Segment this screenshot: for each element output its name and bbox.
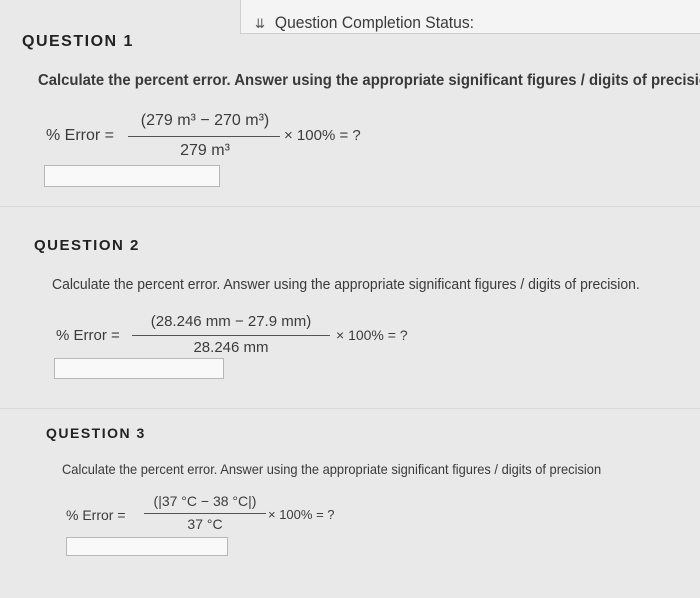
question-1-answer-input[interactable] — [44, 165, 220, 187]
question-2-title: QUESTION 2 — [34, 237, 140, 254]
status-label: Question Completion Status: — [274, 13, 475, 32]
question-1-title: QUESTION 1 — [22, 33, 134, 50]
formula-tail: × 100% = ? — [336, 327, 408, 343]
formula-denominator: 279 m³ — [180, 142, 230, 159]
question-3-prompt: Calculate the percent error. Answer usin… — [62, 461, 602, 477]
status-toggle[interactable]: ⇊ Question Completion Status: — [255, 13, 474, 33]
formula-numerator: (28.246 mm − 27.9 mm) — [150, 313, 312, 330]
chevron-down-double-icon: ⇊ — [255, 16, 266, 31]
question-1-prompt: Calculate the percent error. Answer usin… — [38, 72, 700, 89]
question-completion-status-bar[interactable]: ⇊ Question Completion Status: — [240, 0, 700, 34]
formula-numerator: (|37 °C − 38 °C|) — [153, 493, 257, 509]
formula-numerator: (279 m³ − 270 m³) — [140, 112, 270, 129]
question-2-answer-input[interactable] — [54, 358, 224, 379]
formula-label: % Error = — [46, 127, 115, 144]
formula-tail: × 100% = ? — [284, 127, 361, 144]
fraction-bar — [144, 513, 266, 514]
formula-denominator: 37 °C — [187, 516, 223, 532]
fraction-bar — [132, 335, 330, 336]
fraction-bar — [128, 136, 280, 137]
formula-label: % Error = — [56, 327, 120, 344]
formula-tail: × 100% = ? — [268, 507, 335, 522]
section-divider — [0, 206, 700, 207]
question-3-title: QUESTION 3 — [46, 425, 146, 441]
formula-denominator: 28.246 mm — [193, 339, 269, 356]
question-2-prompt: Calculate the percent error. Answer usin… — [52, 276, 640, 293]
question-3-answer-input[interactable] — [66, 537, 228, 556]
section-divider — [0, 408, 700, 409]
formula-label: % Error = — [66, 507, 126, 523]
